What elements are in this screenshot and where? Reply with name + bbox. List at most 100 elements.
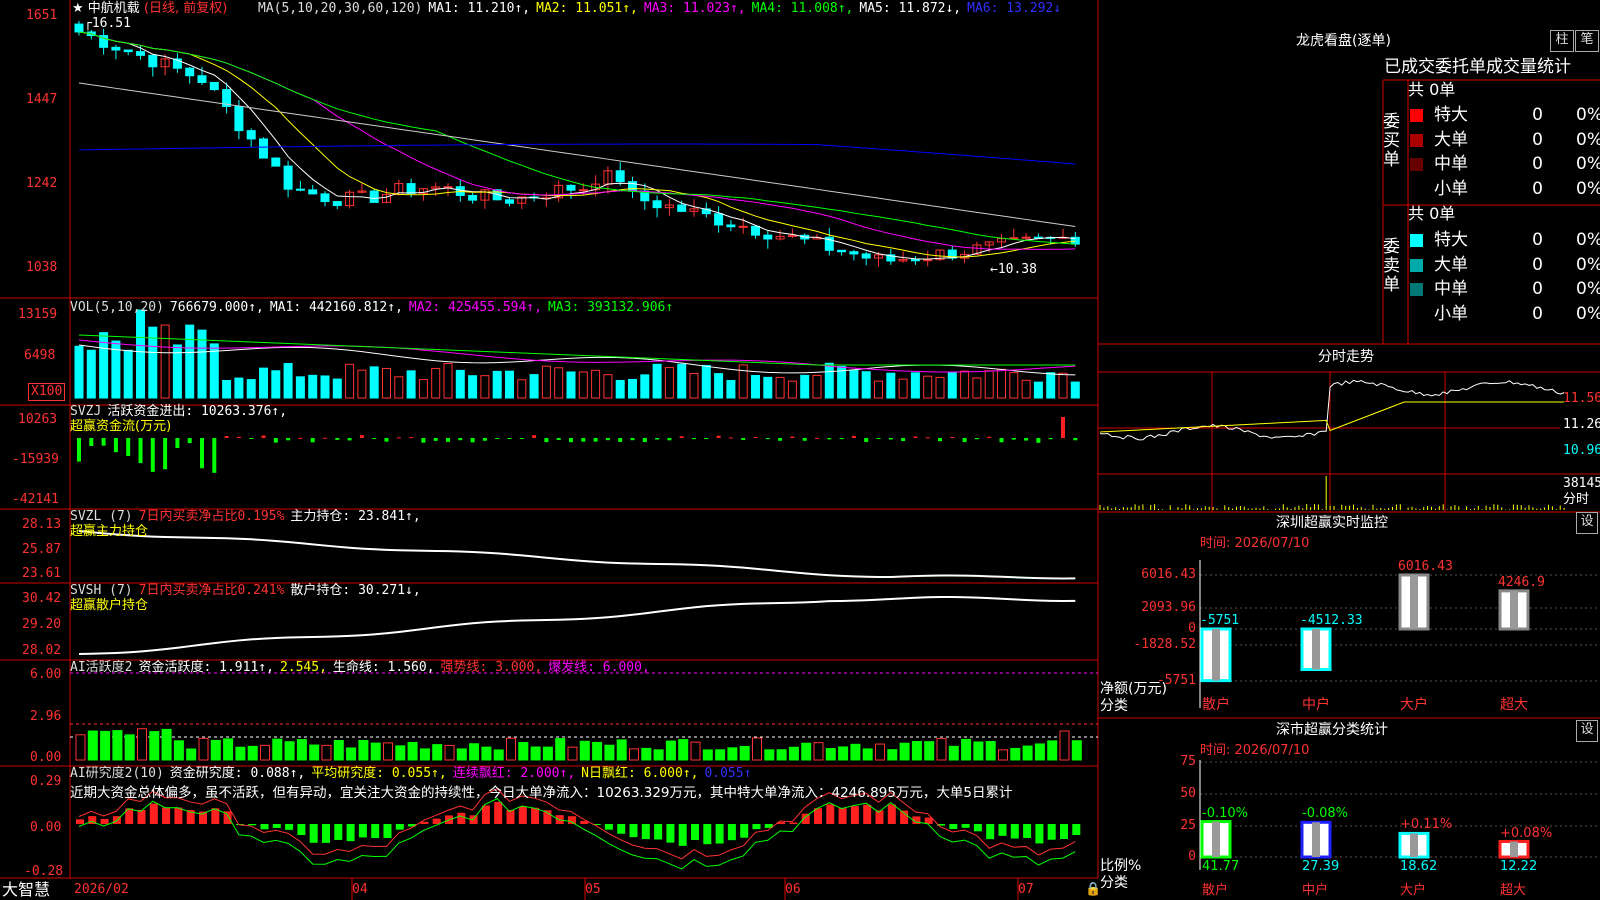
flow-bar bbox=[175, 438, 180, 449]
flow-bar bbox=[741, 438, 746, 440]
classify-y-tick: 25 bbox=[1180, 818, 1196, 833]
research-bar bbox=[826, 804, 835, 824]
activity-bar bbox=[173, 740, 184, 761]
flow-bar bbox=[827, 438, 832, 440]
lock-icon[interactable]: 🔒 bbox=[1085, 882, 1101, 898]
flow-bar bbox=[77, 438, 81, 462]
order-row-sell: 中单 0 0% bbox=[1408, 278, 1600, 300]
ratio-change: +0.11% bbox=[1400, 817, 1453, 833]
flow-bar bbox=[605, 438, 610, 441]
order-count: 0 bbox=[1532, 279, 1543, 299]
flow-bar bbox=[544, 438, 549, 443]
buy-side-label: 委买单 bbox=[1383, 112, 1400, 170]
order-pct: 0% bbox=[1576, 129, 1600, 150]
chart-canvas[interactable] bbox=[0, 0, 1600, 900]
volume-bar bbox=[136, 309, 145, 399]
legend-item: 主力持仓: 23.841↑, bbox=[290, 509, 421, 524]
intraday-vol-label: 38145 bbox=[1563, 476, 1600, 491]
svzl-y-tick: 28.13 bbox=[22, 517, 62, 532]
flow-bar bbox=[642, 438, 647, 442]
sell-side-label: 委卖单 bbox=[1383, 237, 1400, 295]
activity-bar bbox=[469, 743, 480, 761]
volume-bar bbox=[972, 377, 982, 399]
candle-body bbox=[295, 188, 305, 191]
research-bar bbox=[629, 824, 638, 838]
activity-bar bbox=[112, 730, 123, 761]
flow-bar bbox=[925, 437, 930, 439]
research-bar bbox=[481, 805, 490, 824]
activity-bar bbox=[346, 747, 357, 761]
research-bar bbox=[789, 822, 798, 824]
flow-bar bbox=[249, 438, 254, 439]
order-row-sell: 大单 0 0% bbox=[1408, 254, 1600, 276]
flow-bar bbox=[89, 438, 94, 446]
svzl-subtitle: 超赢主力持仓 bbox=[70, 524, 149, 539]
activity-bar bbox=[665, 740, 676, 761]
legend-item: MA1: 442160.812↑, bbox=[269, 300, 403, 315]
candle-body bbox=[910, 259, 920, 262]
activity-bar bbox=[875, 743, 885, 761]
candle-body bbox=[861, 253, 871, 259]
classify-settings-button[interactable]: 设 bbox=[1576, 720, 1598, 742]
research-bar bbox=[961, 824, 970, 828]
candle-body bbox=[566, 184, 576, 191]
volume-bar bbox=[591, 369, 601, 399]
candle-body bbox=[259, 138, 268, 159]
candle-body bbox=[136, 51, 145, 56]
volume-bar bbox=[984, 370, 994, 399]
research-bar bbox=[162, 807, 171, 824]
activity-bar bbox=[198, 737, 209, 761]
flow-bar bbox=[1011, 438, 1016, 440]
activity-bar bbox=[444, 744, 455, 761]
research-bar bbox=[691, 824, 699, 841]
flow-bar bbox=[200, 438, 204, 469]
candle-body bbox=[197, 75, 207, 83]
research-bar bbox=[604, 824, 613, 830]
volume-bar bbox=[431, 367, 441, 399]
ratio-value: 12.22 bbox=[1500, 859, 1538, 874]
bar-view-button[interactable]: 柱 bbox=[1550, 30, 1574, 52]
flow-bar bbox=[1048, 438, 1053, 440]
activity-bar bbox=[678, 739, 689, 761]
realtime-settings-button[interactable]: 设 bbox=[1576, 512, 1598, 534]
candle-body bbox=[1021, 236, 1031, 239]
flow-bar bbox=[630, 438, 635, 441]
candle-body bbox=[1009, 237, 1019, 240]
x-axis-label: 06 bbox=[785, 882, 801, 897]
volume-bar bbox=[86, 349, 96, 399]
flow-bar bbox=[679, 436, 684, 438]
ai-research-y-tick: -0.28 bbox=[24, 864, 64, 879]
legend-item: MA(5,10,20,30,60,120) bbox=[258, 1, 423, 16]
brand-logo[interactable]: 大智慧 bbox=[2, 880, 50, 900]
legend-item: AI活跃度2 bbox=[70, 660, 133, 675]
flow-bar bbox=[396, 437, 401, 439]
ratio-change: +0.08% bbox=[1500, 825, 1553, 841]
vol-legend: VOL(5,10,20) 766679.000↑, MA1: 442160.812↑… bbox=[70, 300, 679, 316]
flow-bar bbox=[507, 438, 512, 439]
order-count: 0 bbox=[1532, 303, 1543, 324]
vol-unit-badge[interactable]: X100 bbox=[28, 383, 66, 401]
flow-bar bbox=[212, 438, 217, 473]
flow-bar bbox=[556, 438, 561, 440]
net-bar-category: 散户 bbox=[1202, 697, 1230, 713]
volume-bar bbox=[406, 370, 416, 399]
activity-bar bbox=[407, 741, 418, 761]
lhb-title: 龙虎看盘(逐单) bbox=[1296, 33, 1391, 49]
volume-bar bbox=[234, 377, 244, 399]
volume-bar bbox=[468, 375, 478, 399]
activity-bar bbox=[419, 748, 430, 761]
lhb-tab-header[interactable]: 已成交委托单成交量统计 bbox=[1384, 56, 1571, 78]
activity-bar bbox=[752, 737, 762, 761]
candle-body bbox=[234, 106, 244, 132]
volume-bar bbox=[345, 363, 355, 399]
activity-bar bbox=[764, 749, 775, 761]
tick-view-button[interactable]: 笔 bbox=[1575, 30, 1599, 52]
volume-bar bbox=[726, 379, 736, 399]
x-axis-label: 04 bbox=[352, 882, 368, 897]
volume-bar bbox=[1033, 381, 1043, 399]
research-bar bbox=[641, 824, 650, 840]
candle-body bbox=[714, 213, 724, 226]
realtime-x-name: 分类 bbox=[1100, 698, 1128, 714]
volume-bar bbox=[246, 379, 256, 399]
candle-body bbox=[185, 67, 195, 77]
